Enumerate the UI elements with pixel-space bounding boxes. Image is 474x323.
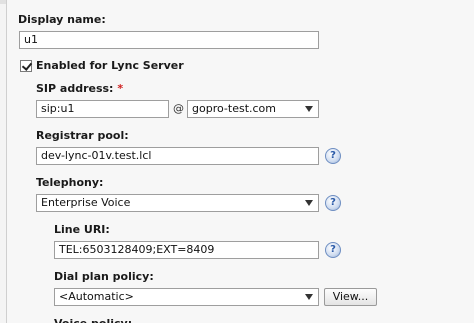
help-question-icon[interactable]: ? bbox=[325, 148, 341, 164]
telephony-value: Enterprise Voice bbox=[41, 196, 131, 209]
at-sign: @ bbox=[173, 102, 184, 115]
checkmark-icon bbox=[21, 60, 33, 71]
help-question-icon[interactable]: ? bbox=[325, 242, 341, 258]
telephony-label: Telephony: bbox=[36, 176, 104, 189]
help-question-icon[interactable]: ? bbox=[325, 195, 341, 211]
enabled-lync-checkbox[interactable] bbox=[20, 60, 33, 72]
sip-address-input[interactable]: sip:u1 bbox=[36, 100, 169, 118]
enabled-lync-label: Enabled for Lync Server bbox=[36, 59, 184, 72]
display-name-input[interactable]: u1 bbox=[19, 31, 319, 49]
sip-address-label-text: SIP address: bbox=[36, 82, 114, 95]
sip-domain-select[interactable]: gopro-test.com bbox=[187, 100, 319, 118]
voice-policy-label-partial: Voice policy: bbox=[54, 317, 132, 323]
required-mark: * bbox=[117, 82, 124, 95]
display-name-label: Display name: bbox=[18, 13, 106, 26]
sip-address-label: SIP address: * bbox=[36, 82, 123, 95]
dial-plan-policy-value: <Automatic> bbox=[59, 290, 134, 303]
telephony-select[interactable]: Enterprise Voice bbox=[36, 194, 319, 212]
view-dial-plan-button[interactable]: View... bbox=[324, 288, 377, 306]
user-properties-panel: Display name: u1 Enabled for Lync Server… bbox=[6, 0, 474, 323]
sip-domain-value: gopro-test.com bbox=[192, 102, 276, 115]
line-uri-input[interactable]: TEL:6503128409;EXT=8409 bbox=[54, 241, 319, 259]
dial-plan-policy-label: Dial plan policy: bbox=[54, 270, 154, 283]
line-uri-label: Line URI: bbox=[54, 223, 110, 236]
registrar-pool-label: Registrar pool: bbox=[36, 129, 129, 142]
chevron-down-icon bbox=[305, 294, 313, 300]
dial-plan-policy-select[interactable]: <Automatic> bbox=[54, 288, 319, 306]
chevron-down-icon bbox=[305, 106, 313, 112]
registrar-pool-input[interactable]: dev-lync-01v.test.lcl bbox=[36, 147, 319, 165]
chevron-down-icon bbox=[305, 200, 313, 206]
